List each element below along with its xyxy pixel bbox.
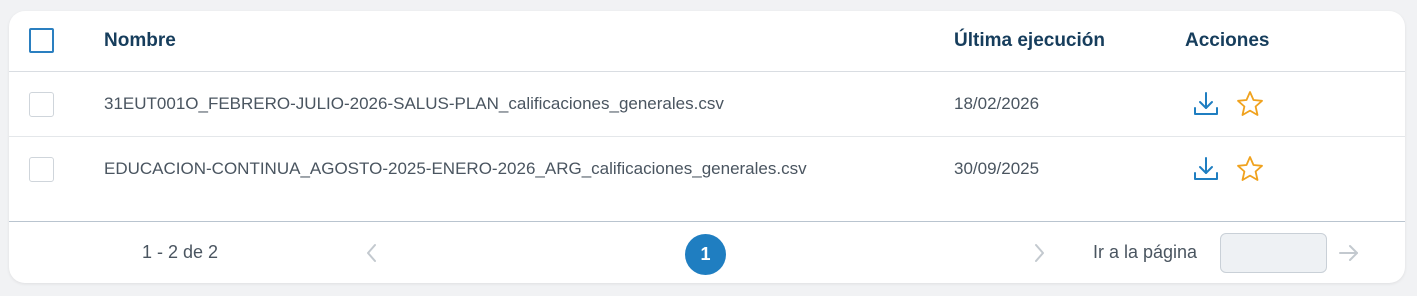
star-icon[interactable]: [1235, 89, 1265, 119]
last-run-date: 30/09/2025: [954, 159, 1040, 178]
goto-page-label: Ir a la página: [1093, 242, 1198, 262]
pagination-range: 1 - 2 de 2: [142, 242, 219, 262]
last-run-date: 18/02/2026: [954, 94, 1040, 113]
goto-page-arrow-icon[interactable]: [1336, 240, 1362, 266]
next-page-icon[interactable]: [1026, 240, 1052, 266]
table-header-row: Nombre Última ejecución Acciones: [9, 11, 1405, 72]
star-icon[interactable]: [1235, 154, 1265, 184]
column-header-last-run[interactable]: Última ejecución: [954, 30, 1105, 52]
select-all-checkbox[interactable]: [29, 28, 54, 53]
file-name: EDUCACION-CONTINUA_AGOSTO-2025-ENERO-202…: [104, 159, 807, 178]
column-header-actions: Acciones: [1185, 30, 1270, 51]
goto-page-input[interactable]: [1220, 233, 1327, 273]
prev-page-icon[interactable]: [359, 240, 385, 266]
file-name: 31EUT001O_FEBRERO-JULIO-2026-SALUS-PLAN_…: [104, 94, 724, 113]
page-button-current[interactable]: 1: [685, 234, 726, 275]
files-table-card: Nombre Última ejecución Acciones 31EUT00…: [9, 11, 1405, 283]
table-row: 31EUT001O_FEBRERO-JULIO-2026-SALUS-PLAN_…: [9, 72, 1405, 137]
row-checkbox[interactable]: [29, 157, 54, 182]
pagination-bar: 1 - 2 de 2 1 Ir a la página: [9, 221, 1405, 283]
download-icon[interactable]: [1191, 89, 1221, 119]
row-checkbox[interactable]: [29, 92, 54, 117]
table-row: EDUCACION-CONTINUA_AGOSTO-2025-ENERO-202…: [9, 137, 1405, 202]
download-icon[interactable]: [1191, 154, 1221, 184]
column-header-name[interactable]: Nombre: [104, 30, 176, 52]
